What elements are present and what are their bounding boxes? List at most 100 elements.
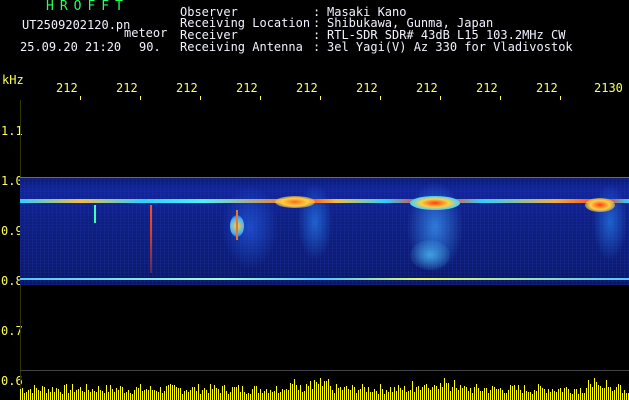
amplitude-bar: [320, 378, 321, 400]
x-tick-label: 212: [356, 81, 378, 95]
amplitude-bar: [582, 393, 583, 400]
amplitude-bar: [158, 391, 159, 400]
amplitude-bar: [610, 386, 611, 400]
amplitude-bar: [150, 385, 151, 400]
amplitude-bar: [570, 393, 571, 400]
amplitude-bar: [28, 389, 29, 400]
amplitude-bar: [592, 387, 593, 400]
amplitude-bar: [66, 384, 67, 400]
amplitude-bar: [230, 392, 231, 400]
amplitude-bar: [624, 390, 625, 400]
amplitude-bar: [166, 386, 167, 400]
amplitude-bar: [356, 393, 357, 400]
amplitude-bar: [488, 392, 489, 400]
amplitude-bar: [364, 387, 365, 400]
amplitude-bar: [562, 391, 563, 400]
amplitude-bar: [292, 383, 293, 400]
amplitude-bar: [536, 390, 537, 400]
amplitude-bar: [92, 388, 93, 400]
amplitude-bar: [84, 392, 85, 400]
amplitude-bar: [368, 387, 369, 400]
amplitude-bar: [490, 390, 491, 400]
amplitude-bar: [520, 389, 521, 400]
amplitude-bar: [526, 390, 527, 400]
amplitude-bar: [42, 386, 43, 400]
amplitude-bar: [118, 389, 119, 400]
amplitude-bar: [332, 389, 333, 400]
amplitude-bar: [600, 385, 601, 400]
amplitude-bar: [620, 384, 621, 400]
amplitude-bar: [264, 391, 265, 400]
amplitude-bar: [110, 385, 111, 400]
category-label: meteor: [124, 26, 168, 40]
amplitude-bar: [48, 389, 49, 400]
meteor-streak: [236, 210, 238, 240]
amplitude-bar: [416, 387, 417, 400]
amplitude-bar: [424, 385, 425, 400]
amplitude-bar: [24, 392, 25, 400]
amplitude-bar: [430, 389, 431, 400]
amplitude-bar: [200, 393, 201, 400]
amplitude-bar: [612, 390, 613, 400]
amplitude-bar: [510, 384, 511, 400]
amplitude-bar: [604, 387, 605, 400]
amplitude-bar: [178, 387, 179, 400]
amplitude-bar: [170, 384, 171, 400]
amplitude-bar: [258, 392, 259, 400]
x-tick-mark: [200, 96, 201, 100]
amplitude-bar: [32, 393, 33, 400]
amplitude-bar: [86, 384, 87, 400]
amplitude-bar: [298, 389, 299, 400]
amplitude-bar: [62, 393, 63, 400]
amplitude-bar: [312, 388, 313, 400]
amplitude-bar: [504, 393, 505, 400]
amplitude-bar: [144, 389, 145, 400]
amplitude-bar: [52, 387, 53, 400]
amplitude-bar: [444, 378, 445, 400]
amplitude-bar: [574, 389, 575, 400]
amplitude-bar: [618, 384, 619, 400]
amplitude-bar: [614, 390, 615, 400]
amplitude-bar: [382, 388, 383, 400]
amplitude-bar: [198, 384, 199, 400]
amplitude-bar: [498, 388, 499, 400]
x-tick-mark: [380, 96, 381, 100]
amplitude-bar: [396, 390, 397, 400]
meteor-echo: [275, 196, 315, 208]
amplitude-bar: [372, 392, 373, 400]
amplitude-bar: [280, 392, 281, 400]
amplitude-bar: [176, 386, 177, 400]
amplitude-bar: [340, 387, 341, 400]
amplitude-bar: [360, 389, 361, 400]
amplitude-bar: [132, 393, 133, 400]
amplitude-bar: [22, 388, 23, 400]
amplitude-bar: [190, 390, 191, 400]
x-tick-mark: [260, 96, 261, 100]
amplitude-bar: [380, 384, 381, 400]
amplitude-bar: [436, 386, 437, 400]
amplitude-bar: [308, 385, 309, 400]
amplitude-bar: [578, 393, 579, 400]
amplitude-bar: [186, 390, 187, 400]
amplitude-bar: [528, 391, 529, 400]
amplitude-bar: [448, 382, 449, 400]
amplitude-bar: [78, 388, 79, 400]
amplitude-bar: [346, 386, 347, 400]
amplitude-bar: [418, 385, 419, 400]
amplitude-bar: [216, 388, 217, 400]
amplitude-bar: [622, 393, 623, 400]
amplitude-bar: [390, 387, 391, 400]
amplitude-bar: [412, 380, 413, 400]
amplitude-bar: [130, 393, 131, 400]
amplitude-bar: [500, 387, 501, 400]
amplitude-bar: [434, 385, 435, 400]
amplitude-bar: [406, 392, 407, 400]
amplitude-bar: [34, 385, 35, 400]
amplitude-bar: [602, 388, 603, 400]
amplitude-bar: [96, 392, 97, 400]
x-tick-label: 212: [296, 81, 318, 95]
amplitude-bar: [156, 391, 157, 400]
amplitude-bar: [252, 388, 253, 400]
amplitude-bar: [188, 391, 189, 400]
amplitude-bar: [38, 389, 39, 400]
